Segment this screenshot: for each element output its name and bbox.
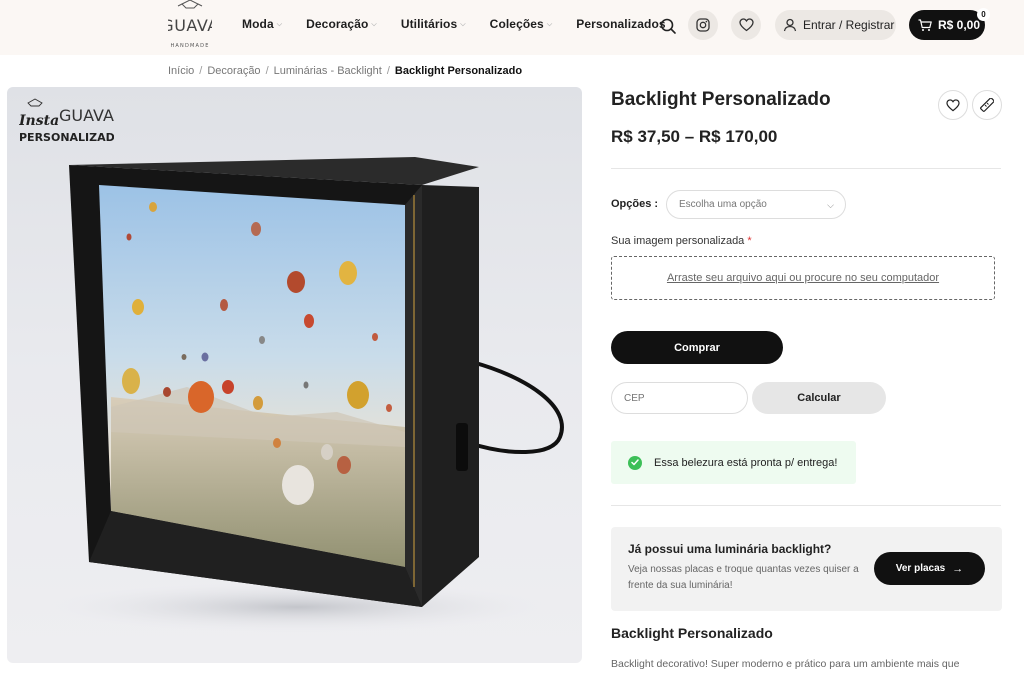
- breadcrumb-decoracao[interactable]: Decoração: [207, 65, 260, 77]
- calculate-shipping-button[interactable]: Calcular: [752, 382, 886, 414]
- description-title: Backlight Personalizado: [611, 625, 773, 641]
- nav-label: Utilitários: [400, 17, 458, 31]
- promo-title: Já possui uma luminária backlight?: [628, 542, 832, 556]
- cart-button[interactable]: R$ 0,00: [909, 10, 985, 40]
- chevron-down-icon: ⌵: [827, 200, 834, 210]
- file-upload-dropzone[interactable]: Arraste seu arquivo aqui ou procure no s…: [611, 256, 995, 300]
- user-icon: [783, 18, 797, 32]
- watermark-insta: Insta: [19, 113, 59, 129]
- heart-icon: [738, 18, 754, 32]
- instagram-button[interactable]: [688, 10, 718, 40]
- nav-label: Moda: [242, 17, 274, 31]
- upload-hint: Arraste seu arquivo aqui ou procure no s…: [666, 272, 940, 284]
- breadcrumb-separator: /: [265, 65, 269, 77]
- cart-total: R$ 0,00: [938, 18, 981, 32]
- watermark-sub: PERSONALIZADOS: [19, 131, 114, 144]
- breadcrumb-home[interactable]: Início: [168, 65, 194, 77]
- instagram-icon: [696, 18, 710, 32]
- breadcrumb: Início / Decoração / Luminárias - Backli…: [168, 65, 522, 77]
- options-select[interactable]: Escolha uma opção ⌵: [666, 190, 846, 219]
- view-plates-label: Ver placas: [895, 563, 946, 574]
- logo-text: GUAVA: [168, 16, 212, 35]
- brand-logo[interactable]: GUAVA HANDMADE: [168, 0, 212, 52]
- product-price: R$ 37,50 – R$ 170,00: [611, 127, 778, 146]
- divider: [611, 505, 1001, 506]
- watermark-brand: GUAVA: [59, 106, 114, 125]
- main-nav: Moda ⌵ Decoração ⌵ Utilitários ⌵ Coleções ⌵ …: [242, 17, 690, 31]
- product-image[interactable]: Insta GUAVA PERSONALIZADOS: [7, 87, 582, 663]
- cart-icon: [918, 18, 932, 31]
- chevron-down-icon: ⌵: [371, 20, 377, 28]
- nav-item-moda[interactable]: Moda ⌵: [242, 17, 282, 31]
- product-title: Backlight Personalizado: [611, 89, 831, 110]
- options-selected-value: Escolha uma opção: [679, 199, 767, 210]
- nav-item-colecoes[interactable]: Coleções ⌵: [490, 17, 553, 31]
- chevron-down-icon: ⌵: [546, 20, 553, 28]
- nav-item-personalizados[interactable]: Personalizados: [576, 17, 665, 31]
- heart-icon: [946, 98, 960, 111]
- chevron-down-icon: ⌵: [276, 20, 283, 28]
- breadcrumb-luminarias[interactable]: Luminárias - Backlight: [274, 65, 382, 77]
- nav-label: Coleções: [489, 17, 544, 31]
- promo-text: Veja nossas placas e troque quantas veze…: [628, 564, 859, 591]
- options-label: Opções :: [611, 198, 659, 210]
- description-text: Backlight decorativo! Super moderno e pr…: [611, 658, 960, 670]
- login-button[interactable]: Entrar / Registrar: [775, 10, 896, 40]
- wishlist-button[interactable]: [731, 10, 761, 40]
- divider: [611, 168, 1001, 169]
- cart-count-badge: 0: [977, 8, 990, 21]
- site-header: GUAVA HANDMADE Moda⌵ Decoração⌵ Utilitár…: [0, 0, 1024, 55]
- upload-label: Sua imagem personalizada *: [611, 235, 752, 247]
- breadcrumb-separator: /: [386, 65, 390, 77]
- required-marker: *: [747, 235, 752, 247]
- cep-input[interactable]: [611, 382, 748, 414]
- breadcrumb-separator: /: [199, 65, 203, 77]
- nav-item-decoracao[interactable]: Decoração ⌵: [306, 17, 377, 31]
- nav-label: Decoração: [306, 17, 369, 31]
- nav-label: Personalizados: [576, 17, 666, 31]
- image-watermark: Insta GUAVA PERSONALIZADOS: [18, 95, 132, 154]
- stock-text: Essa belezura está pronta p/ entrega!: [654, 456, 838, 469]
- logo-subtext: HANDMADE: [170, 43, 209, 49]
- chevron-down-icon: ⌵: [460, 20, 466, 28]
- breadcrumb-current: Backlight Personalizado: [394, 65, 523, 77]
- view-plates-button[interactable]: Ver placas →: [874, 552, 985, 585]
- buy-button[interactable]: Comprar: [611, 331, 783, 364]
- search-icon[interactable]: [656, 14, 680, 38]
- ruler-icon: [980, 98, 994, 112]
- nav-item-utilitarios[interactable]: Utilitários ⌵: [401, 17, 466, 31]
- arrow-right-icon: →: [952, 562, 964, 575]
- add-to-wishlist-button[interactable]: [938, 90, 968, 120]
- backlight-photo: [47, 157, 564, 632]
- check-icon: [628, 455, 642, 470]
- login-label: Entrar / Registrar: [803, 18, 895, 32]
- stock-status: Essa belezura está pronta p/ entrega!: [611, 441, 856, 484]
- size-guide-button[interactable]: [972, 90, 1002, 120]
- promo-box: Já possui uma luminária backlight? Veja …: [611, 527, 1002, 611]
